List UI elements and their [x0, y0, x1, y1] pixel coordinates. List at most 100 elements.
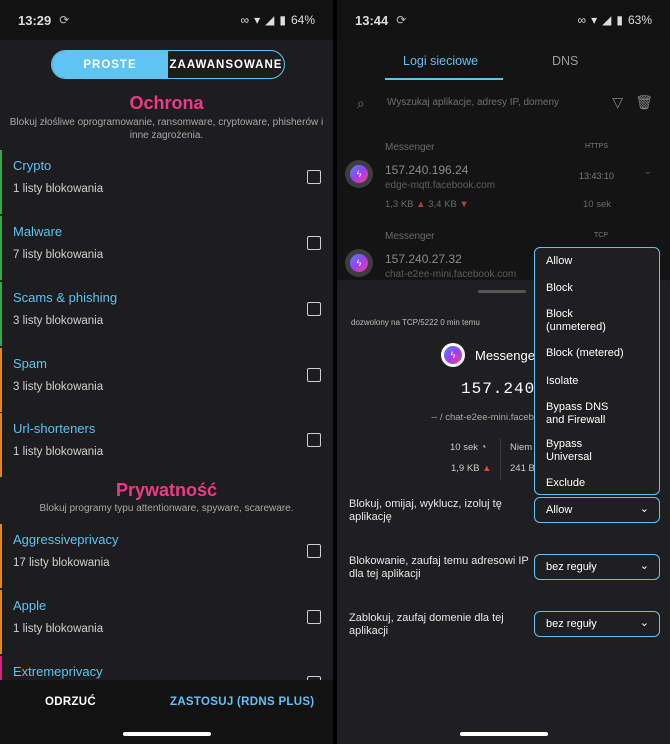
- upload-bytes: 3,4 KB: [428, 199, 457, 210]
- chevron-down-icon[interactable]: ⌄: [644, 166, 652, 177]
- download-arrow-icon: ▼: [459, 199, 469, 210]
- domain-rule-dropdown[interactable]: bez reguły ⌄: [534, 611, 660, 637]
- category-checkbox[interactable]: [307, 302, 321, 316]
- category-malware[interactable]: Malware 7 listy blokowania: [0, 216, 333, 280]
- category-blocklist-count: 7 listy blokowania: [13, 249, 104, 261]
- sheet-app-name: Messenge: [475, 347, 535, 363]
- phone-left-blocklist-screen: 13:29 ⟳ ∞ ▾ ◢ ▮ 64% PROSTE ZAAWANSOWANE …: [0, 0, 333, 744]
- category-name: Crypto: [13, 158, 52, 173]
- trash-icon[interactable]: 🗑: [635, 94, 653, 111]
- connection-time: 13:43:10: [578, 171, 614, 181]
- category-blocklist-count: 1 listy blokowania: [13, 623, 104, 635]
- connection-app-name: Messenger: [385, 142, 435, 153]
- sync-icon: ⟳: [59, 13, 70, 27]
- privacy-description: Blokuj programy typu attentionware, spyw…: [39, 503, 294, 514]
- status-time: 13:44: [355, 12, 389, 28]
- sync-icon: ⟳: [396, 13, 407, 27]
- bottom-action-bar: ODRZUĆ ZASTOSUJ (RDNS PLUS): [0, 680, 333, 744]
- menu-item-exclude[interactable]: Exclude: [546, 477, 585, 490]
- home-indicator[interactable]: [122, 732, 211, 736]
- sheet-hostname: -- / chat-e2ee-mini.faceb: [431, 412, 534, 423]
- category-checkbox[interactable]: [307, 433, 321, 447]
- stats-divider: [500, 438, 501, 480]
- segment-advanced[interactable]: ZAAWANSOWANE: [168, 51, 284, 78]
- sheet-duration: 10 sek ◔: [450, 442, 487, 453]
- ip-rule-dropdown[interactable]: bez reguły ⌄: [534, 554, 660, 580]
- download-bytes: 1,3 KB: [385, 199, 414, 210]
- connection-ip: 157.240.196.24: [385, 163, 469, 177]
- category-apple[interactable]: Apple 1 listy blokowania: [0, 590, 333, 654]
- menu-item-allow[interactable]: Allow: [546, 255, 572, 268]
- category-url-shorteners[interactable]: Url-shorteners 1 listy blokowania: [0, 413, 333, 477]
- app-rule-dropdown[interactable]: Allow ⌄: [534, 497, 660, 523]
- menu-item-bypass-universal[interactable]: Bypass Universal: [546, 438, 606, 464]
- phone-right-network-log-screen: 13:44 ⟳ ∞ ▾ ◢ ▮ 63% Logi sieciowe DNS ⌕ …: [337, 0, 670, 744]
- mode-segmented-control: PROSTE ZAAWANSOWANE: [51, 50, 285, 79]
- category-crypto[interactable]: Crypto 1 listy blokowania: [0, 150, 333, 214]
- search-placeholder[interactable]: Wyszukaj aplikacje, adresy IP, domeny: [387, 97, 559, 108]
- protection-title: Ochrona: [129, 93, 204, 113]
- tab-network-logs[interactable]: Logi sieciowe: [403, 54, 478, 68]
- upload-arrow-icon: ▲: [416, 199, 429, 210]
- category-name: Scams & phishing: [13, 290, 118, 305]
- connection-host: edge-mqtt.facebook.com: [385, 180, 496, 191]
- category-spam[interactable]: Spam 3 listy blokowania: [0, 348, 333, 412]
- sheet-type: Niem: [510, 442, 533, 453]
- discard-button[interactable]: ODRZUĆ: [45, 696, 96, 708]
- category-blocklist-count: 3 listy blokowania: [13, 315, 104, 327]
- connection-meta: dozwolony na TCP/5222 0 min temu: [351, 318, 480, 327]
- connection-ip: 157.240.27.32: [385, 252, 462, 266]
- category-name: Url-shorteners: [13, 421, 96, 436]
- battery-percent: 63%: [627, 13, 652, 27]
- category-blocklist-count: 17 listy blokowania: [13, 557, 110, 569]
- apply-button[interactable]: ZASTOSUJ (RDNS PLUS): [170, 696, 314, 708]
- clock-icon: ◔: [480, 442, 487, 453]
- menu-item-block-unmetered[interactable]: Block (unmetered): [546, 308, 618, 334]
- filter-icon[interactable]: ▽: [612, 94, 623, 111]
- category-scams-phishing[interactable]: Scams & phishing 3 listy blokowania: [0, 282, 333, 346]
- connection-duration: 10 sek: [583, 199, 611, 210]
- category-name: Extremeprivacy: [13, 664, 103, 679]
- menu-item-isolate[interactable]: Isolate: [546, 375, 578, 388]
- chevron-down-icon: ⌄: [639, 503, 649, 515]
- sheet-sent-bytes: 1,9 KB ▲: [451, 463, 492, 474]
- category-checkbox[interactable]: [307, 368, 321, 382]
- battery-icon: ▮: [279, 13, 286, 27]
- search-bar[interactable]: ⌕ Wyszukaj aplikacje, adresy IP, domeny …: [357, 92, 658, 116]
- segment-simple[interactable]: PROSTE: [52, 51, 168, 78]
- tab-bar: Logi sieciowe DNS: [337, 40, 670, 82]
- connection-host: chat-e2ee-mini.facebook.com: [385, 269, 517, 280]
- app-rule-dropdown-menu: Allow Block Block (unmetered) Block (met…: [534, 247, 660, 495]
- category-checkbox[interactable]: [307, 544, 321, 558]
- wifi-icon: ▾: [591, 13, 598, 27]
- connection-protocol: HTTPS: [585, 143, 608, 150]
- menu-item-bypass-dns-firewall[interactable]: Bypass DNS and Firewall: [546, 401, 626, 427]
- messenger-app-icon: ϟ: [345, 249, 373, 277]
- sheet-received-bytes: 241 B: [510, 463, 535, 474]
- menu-item-block-metered[interactable]: Block (metered): [546, 347, 624, 360]
- category-checkbox[interactable]: [307, 236, 321, 250]
- active-tab-indicator: [385, 78, 503, 80]
- connection-row[interactable]: ϟ Messenger HTTPS 157.240.196.24 edge-mq…: [337, 138, 670, 226]
- domain-rule-label: Zablokuj, zaufaj domenie dla tej aplikac…: [349, 612, 504, 637]
- protection-description: Blokuj złośliwe oprogramowanie, ransomwa…: [9, 117, 324, 141]
- connection-traffic: 1,3 KB ▲ 3,4 KB ▼: [385, 199, 469, 210]
- home-indicator[interactable]: [459, 732, 548, 736]
- menu-item-block[interactable]: Block: [546, 282, 573, 295]
- sheet-drag-handle[interactable]: [478, 290, 526, 293]
- wifi-icon: ▾: [254, 13, 261, 27]
- dropdown-value: Allow: [546, 504, 573, 516]
- status-bar: 13:44 ⟳ ∞ ▾ ◢ ▮ 63%: [337, 0, 670, 40]
- tab-dns[interactable]: DNS: [552, 54, 578, 68]
- connection-app-name: Messenger: [385, 231, 435, 242]
- category-checkbox[interactable]: [307, 610, 321, 624]
- messenger-app-icon: ϟ: [345, 160, 373, 188]
- dropdown-value: bez reguły: [546, 561, 597, 573]
- category-blocklist-count: 3 listy blokowania: [13, 381, 104, 393]
- category-name: Spam: [13, 356, 47, 371]
- ip-rule-label: Blokowanie, zaufaj temu adresowi IP dla …: [349, 555, 529, 580]
- category-checkbox[interactable]: [307, 170, 321, 184]
- privacy-title: Prywatność: [115, 480, 218, 500]
- signal-icon: ◢: [602, 13, 612, 27]
- category-aggressiveprivacy[interactable]: Aggressiveprivacy 17 listy blokowania: [0, 524, 333, 588]
